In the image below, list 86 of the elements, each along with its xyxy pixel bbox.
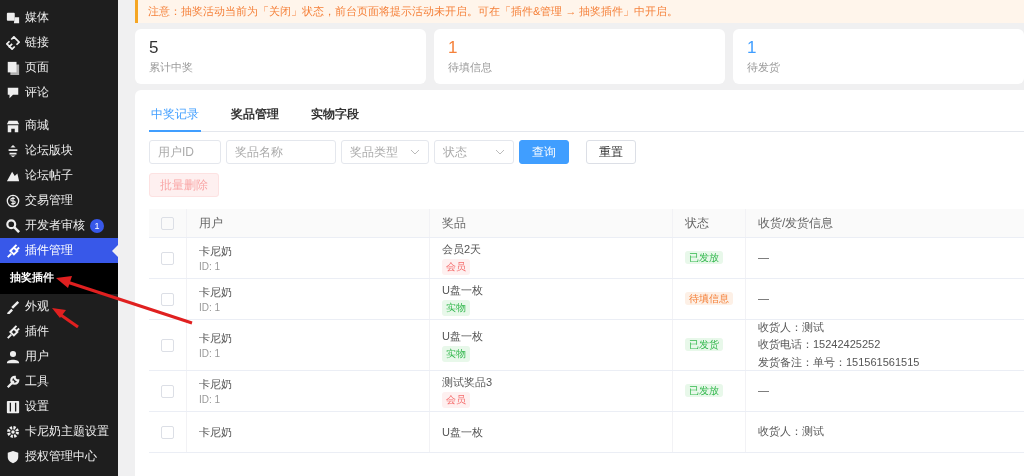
chevron-down-icon xyxy=(410,147,420,157)
tab[interactable]: 实物字段 xyxy=(309,100,361,132)
prize-type-tag: 会员 xyxy=(442,258,470,275)
row-checkbox[interactable] xyxy=(161,251,174,265)
sidebar-item[interactable]: 授权管理中心 xyxy=(0,444,118,469)
dollar-icon xyxy=(6,193,20,208)
column-header: 状态 xyxy=(672,209,746,238)
shipping-info: 收货人：测试 xyxy=(758,320,824,335)
sidebar-item[interactable]: 媒体 xyxy=(0,5,118,30)
shipping-info: 收货人：测试 xyxy=(758,424,824,440)
user-icon xyxy=(6,349,20,364)
prize-name: U盘一枚 xyxy=(442,424,483,440)
count-badge: 1 xyxy=(90,218,104,233)
column-header: 奖品 xyxy=(429,209,673,238)
user-name: 卡尼奶 xyxy=(199,244,232,259)
prize-name: U盘一枚 xyxy=(442,328,483,344)
forum-icon xyxy=(6,143,20,158)
chevron-down-icon xyxy=(495,147,505,157)
sidebar-item[interactable]: 插件管理 xyxy=(0,238,118,263)
sliders-icon xyxy=(6,399,20,414)
user-id: ID: 1 xyxy=(199,302,221,313)
stat-value: 1 xyxy=(448,38,459,58)
sidebar-item[interactable]: 论坛帖子 xyxy=(0,163,118,188)
plug-icon xyxy=(6,243,20,258)
store-icon xyxy=(6,118,20,133)
shield-icon xyxy=(6,449,20,464)
sidebar-item[interactable]: 用户 xyxy=(0,344,118,369)
status-tag: 已发放 xyxy=(685,384,723,398)
prize-name: 测试奖品3 xyxy=(442,374,493,390)
stat-label: 待填信息 xyxy=(448,60,493,75)
row-checkbox[interactable] xyxy=(161,338,174,352)
prize-type-tag: 实物 xyxy=(442,299,470,316)
reset-button[interactable]: 重置 xyxy=(586,140,636,164)
user-name: 卡尼奶 xyxy=(199,424,232,440)
column-header: 用户 xyxy=(186,209,430,238)
column-header: 收货/发货信息 xyxy=(745,209,1024,238)
sidebar-item[interactable]: 链接 xyxy=(0,30,118,55)
user-name: 卡尼奶 xyxy=(199,285,232,300)
tab[interactable]: 奖品管理 xyxy=(229,100,281,132)
sidebar-item[interactable]: 外观 xyxy=(0,294,118,319)
prize-name: U盘一枚 xyxy=(442,282,483,298)
user-id: ID: 1 xyxy=(199,394,221,406)
wrench-icon xyxy=(6,374,20,389)
gear-icon xyxy=(6,424,20,439)
search-icon xyxy=(6,218,20,233)
notice-banner: 注意：抽奖活动当前为「关闭」状态，前台页面将提示活动未开启。可在「插件&管理 → 抽奖插件」中开启。 xyxy=(135,0,1024,23)
status-tag: 已发货 xyxy=(685,338,723,352)
filter-field[interactable]: 用户ID xyxy=(149,140,221,164)
stat-label: 待发货 xyxy=(747,60,781,75)
prize-type-tag: 会员 xyxy=(442,391,470,408)
sidebar-item[interactable]: 设置 xyxy=(0,394,118,419)
comment-icon xyxy=(6,85,20,100)
plug-icon xyxy=(6,324,20,339)
sidebar-item[interactable]: 卡尼奶主题设置 xyxy=(0,419,118,444)
shipping-info: — xyxy=(758,250,769,266)
row-checkbox[interactable] xyxy=(161,425,174,439)
user-id: ID: 1 xyxy=(199,261,221,272)
media-icon xyxy=(6,10,20,25)
status-tag: 待填信息 xyxy=(685,292,733,305)
sidebar-item[interactable]: 开发者审核 1 xyxy=(0,213,118,238)
pages-icon xyxy=(6,60,20,75)
shipping-info: — xyxy=(758,291,769,307)
sidebar-item[interactable]: 交易管理 xyxy=(0,188,118,213)
user-id: ID: 1 xyxy=(199,348,221,360)
stat-value: 1 xyxy=(747,38,758,58)
sidebar-item[interactable]: 商城 xyxy=(0,113,118,138)
filter-field[interactable]: 奖品名称 xyxy=(226,140,336,164)
select-all-checkbox[interactable] xyxy=(161,216,174,230)
stat-label: 累计中奖 xyxy=(149,60,194,75)
brush-icon xyxy=(6,299,20,314)
shipping-info: 发货备注：单号：151561561515 xyxy=(758,354,920,370)
sidebar-item[interactable]: 插件 xyxy=(0,319,118,344)
shipping-info: 收货电话：15242425252 xyxy=(758,337,881,353)
prize-type-tag: 实物 xyxy=(442,345,470,362)
row-checkbox[interactable] xyxy=(161,292,174,306)
sidebar-item[interactable]: 评论 xyxy=(0,80,118,105)
prize-name: 会员2天 xyxy=(442,241,482,257)
row-checkbox[interactable] xyxy=(161,384,174,398)
sidebar-item[interactable]: 页面 xyxy=(0,55,118,80)
sidebar-item[interactable]: 工具 xyxy=(0,369,118,394)
status-tag: 已发放 xyxy=(685,251,723,264)
sidebar-item[interactable]: 论坛版块 xyxy=(0,138,118,163)
stat-value: 5 xyxy=(149,38,160,58)
user-name: 卡尼奶 xyxy=(199,331,232,347)
shipping-info: — xyxy=(758,383,769,399)
user-name: 卡尼奶 xyxy=(199,377,232,393)
